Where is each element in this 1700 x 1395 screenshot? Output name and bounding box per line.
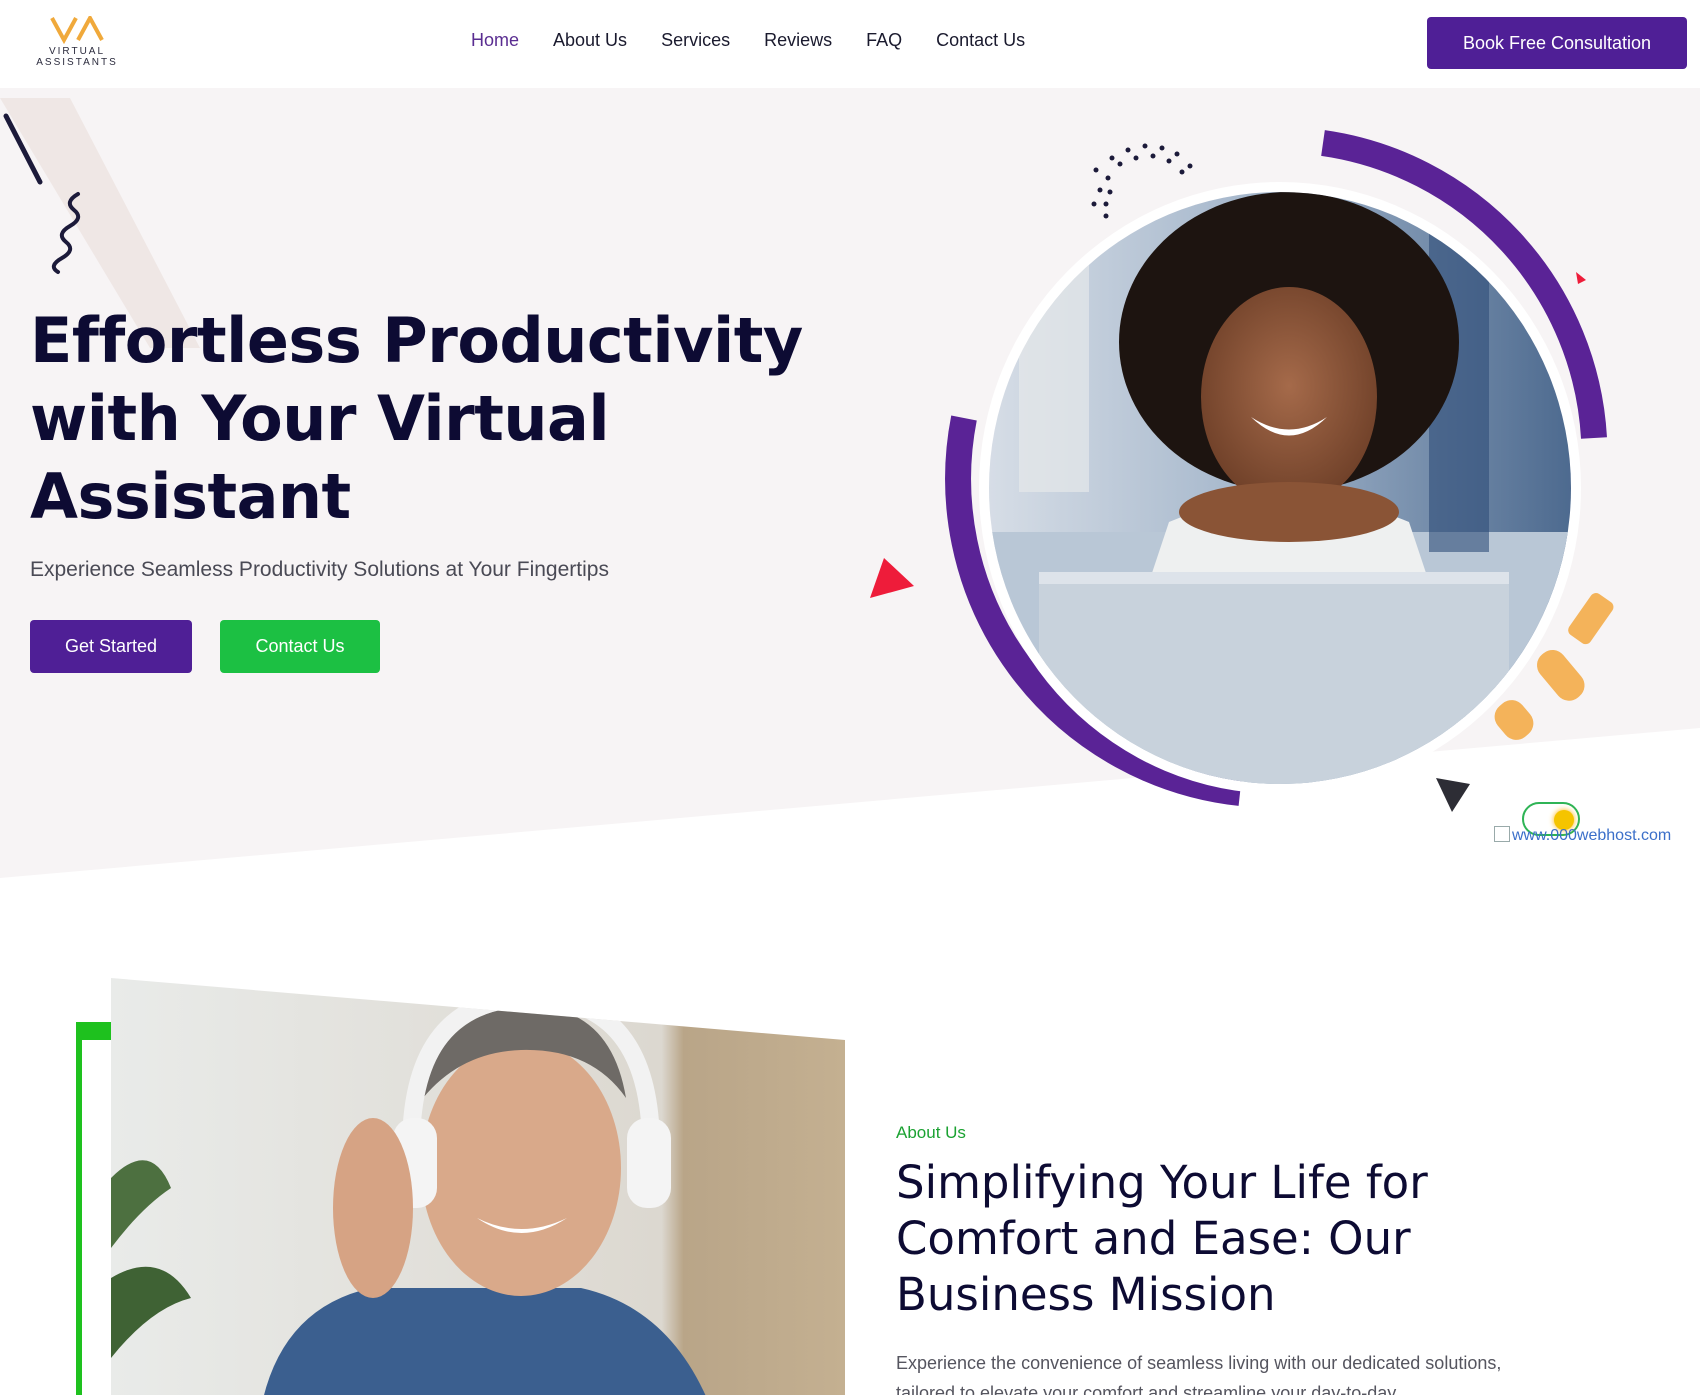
nav-home[interactable]: Home [471, 30, 519, 51]
get-started-button[interactable]: Get Started [30, 620, 192, 673]
contact-us-button[interactable]: Contact Us [220, 620, 380, 673]
man-with-headphones-image [111, 978, 845, 1395]
nav-services[interactable]: Services [661, 30, 730, 51]
about-body: Experience the convenience of seamless l… [896, 1353, 1502, 1395]
nav-reviews[interactable]: Reviews [764, 30, 832, 51]
nav-about-us[interactable]: About Us [553, 30, 627, 51]
book-consultation-button[interactable]: Book Free Consultation [1427, 17, 1687, 69]
woman-at-laptop-image [989, 192, 1571, 784]
logo-text-assistants: ASSISTANTS [36, 57, 118, 68]
va-logo-icon [50, 16, 104, 44]
about-title: Simplifying Your Life for Comfort and Ea… [896, 1156, 1428, 1321]
nav-faq[interactable]: FAQ [866, 30, 902, 51]
site-header: VIRTUAL ASSISTANTS Home About Us Service… [0, 0, 1700, 88]
hero-subtitle: Experience Seamless Productivity Solutio… [30, 558, 609, 581]
about-section: About Us Simplifying Your Life for Comfo… [0, 888, 1700, 1395]
site-logo[interactable]: VIRTUAL ASSISTANTS [34, 16, 120, 70]
logo-text-virtual: VIRTUAL [48, 46, 106, 57]
hero-woman-photo [979, 182, 1581, 794]
host-badge-link[interactable]: www.000webhost.com [1494, 826, 1671, 845]
host-badge-alt-text: www.000webhost.com [1512, 827, 1672, 844]
about-green-frame [76, 1022, 112, 1395]
hero-title: Effortless Productivity with Your Virtua… [30, 304, 803, 533]
about-eyebrow-label: About Us [896, 1123, 966, 1142]
nav-contact-us[interactable]: Contact Us [936, 30, 1025, 51]
broken-image-icon [1494, 826, 1510, 842]
main-nav: Home About Us Services Reviews FAQ Conta… [471, 30, 1059, 51]
hero-section: Effortless Productivity with Your Virtua… [0, 88, 1700, 888]
